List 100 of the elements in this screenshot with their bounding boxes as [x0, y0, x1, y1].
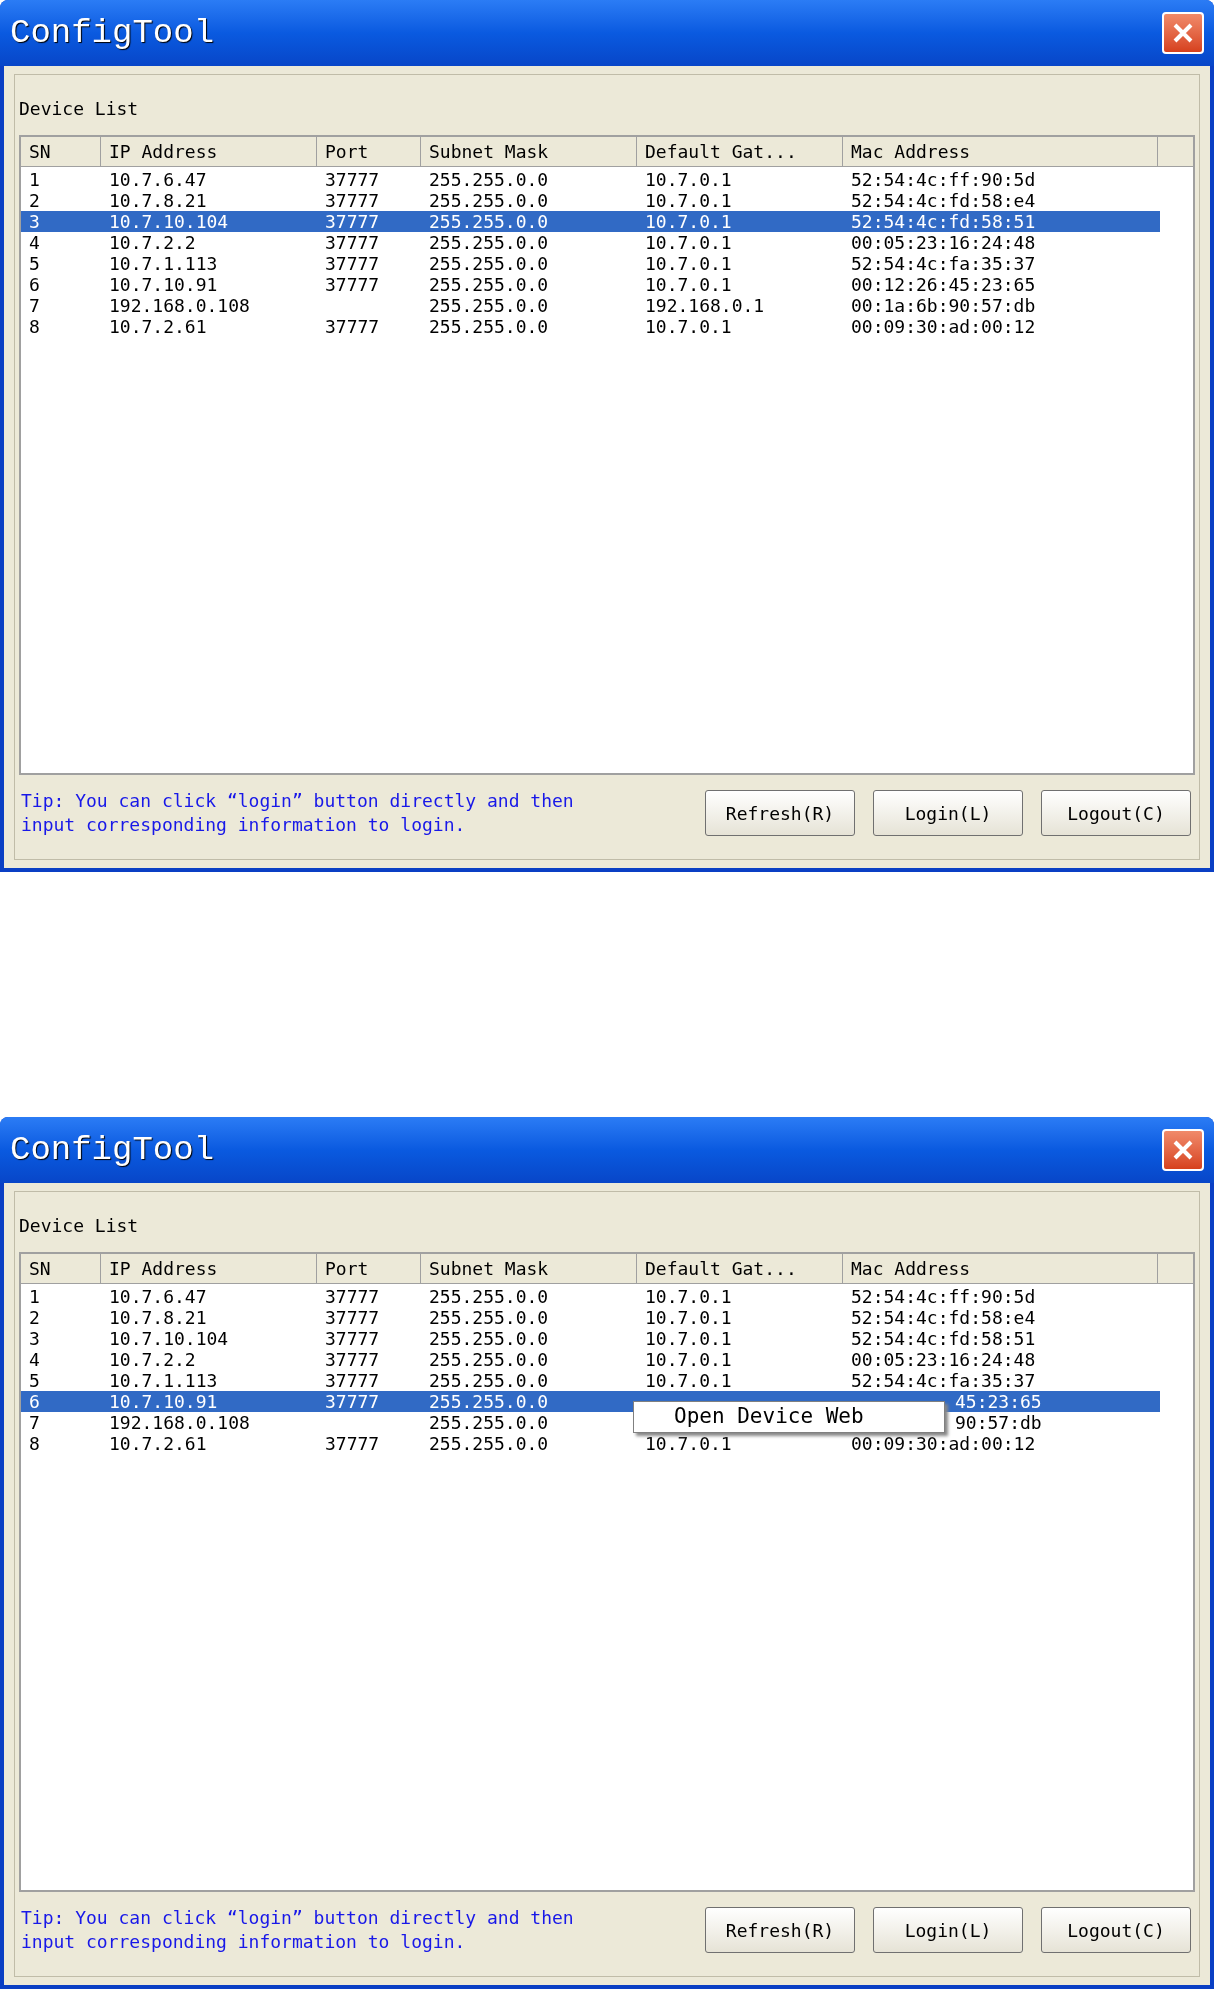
menu-item[interactable]: Open Device Web	[634, 1404, 944, 1430]
table-cell-text: 10.7.0.1	[644, 231, 733, 255]
table-cell-text: 37777	[324, 1369, 381, 1393]
table-cell-text: 255.255.0.0	[428, 294, 550, 318]
table-cell-text: 37777	[324, 168, 381, 192]
table-cell-text: 37777	[324, 189, 381, 213]
action-button[interactable]: Logout(C)	[1041, 790, 1191, 836]
table-cell-text: 255.255.0.0	[428, 315, 550, 339]
table-cell-text: 10.7.0.1	[644, 168, 733, 192]
table-cell-text: 10.7.0.1	[644, 1306, 733, 1330]
table-cell-text: 10.7.2.61	[108, 1432, 208, 1456]
table-cell-text: 52:54:4c:fd:58:51	[850, 1327, 1037, 1351]
table-cell: 90:57:db	[955, 1412, 1042, 1433]
table-cell-text: 192.168.0.108	[108, 1411, 251, 1435]
table-cell-text: 10.7.2.61	[108, 315, 208, 339]
group-label: Device List	[19, 1214, 140, 1238]
column-header[interactable]: Port	[317, 137, 421, 166]
table-cell-text: 1	[28, 168, 41, 192]
column-header[interactable]: Mac Address	[843, 137, 1158, 166]
table-cell-text: 255.255.0.0	[428, 1369, 550, 1393]
table-cell-text: 255.255.0.0	[428, 1411, 550, 1435]
table-cell-text: 255.255.0.0	[428, 252, 550, 276]
table-cell-text: 37777	[324, 231, 381, 255]
window-title: ConfigTool	[10, 1129, 215, 1171]
table-cell-text: 10.7.0.1	[644, 273, 733, 297]
table-cell-text: 37777	[324, 252, 381, 276]
action-button[interactable]: Refresh(R)	[705, 1907, 855, 1953]
table-cell-text: 255.255.0.0	[428, 189, 550, 213]
table-cell-text: 5	[28, 252, 41, 276]
action-button[interactable]: Login(L)	[873, 790, 1023, 836]
table-cell-text: 4	[28, 1348, 41, 1372]
table-cell-text: 52:54:4c:fd:58:e4	[850, 189, 1037, 213]
table-cell-text: 10.7.1.113	[108, 252, 219, 276]
table-cell-text: 10.7.10.104	[108, 210, 230, 234]
column-header[interactable]: IP Address	[101, 1254, 317, 1283]
table-cell-text: 00:05:23:16:24:48	[850, 1348, 1037, 1372]
tip-text: Tip: You can click “login” button directly and then input corresponding information to login.	[20, 789, 575, 837]
table-cell-text: 2	[28, 1306, 41, 1330]
table-cell-text: 3	[28, 1327, 41, 1351]
table-cell-text: 10.7.2.2	[108, 231, 197, 255]
tip-text: Tip: You can click “login” button directly and then input corresponding information to login.	[20, 1906, 575, 1954]
close-icon	[1171, 1138, 1195, 1162]
action-button[interactable]: Login(L)	[873, 1907, 1023, 1953]
close-icon	[1171, 21, 1195, 45]
column-header[interactable]: Subnet Mask	[421, 137, 637, 166]
table-cell-text: 192.168.0.108	[108, 294, 251, 318]
table-cell-text: 10.7.0.1	[644, 1285, 733, 1309]
action-button[interactable]: Refresh(R)	[705, 790, 855, 836]
table-cell-text: 7	[28, 294, 41, 318]
table-cell-text: 52:54:4c:fa:35:37	[850, 252, 1037, 276]
column-header[interactable]: Default Gat...	[637, 1254, 843, 1283]
window-title: ConfigTool	[10, 12, 215, 54]
close-button[interactable]	[1162, 12, 1204, 54]
table-cell-text: 255.255.0.0	[428, 1348, 550, 1372]
table-cell-text: 00:09:30:ad:00:12	[850, 1432, 1037, 1456]
column-header[interactable]: SN	[21, 137, 101, 166]
table-cell-text: 4	[28, 231, 41, 255]
table-cell-text: 8	[28, 315, 41, 339]
column-header[interactable]: Default Gat...	[637, 137, 843, 166]
table-cell-text: 10.7.8.21	[108, 189, 208, 213]
table-cell-text: 00:1a:6b:90:57:db	[850, 294, 1037, 318]
selected-row[interactable]: 3 10.7.10.104 37777 255.255.0.0 10.7.0.1 52:54:4c:fd:58:51	[21, 211, 1160, 232]
table-cell-text: 10.7.0.1	[644, 210, 733, 234]
table-cell-text: 10.7.0.1	[644, 1369, 733, 1393]
column-header[interactable]: IP Address	[101, 137, 317, 166]
table-cell-text: 255.255.0.0	[428, 210, 550, 234]
table-cell-text: 00:05:23:16:24:48	[850, 231, 1037, 255]
table-cell-text: 10.7.10.91	[108, 273, 219, 297]
table-cell-text: 6	[28, 273, 41, 297]
table-cell-text: 255.255.0.0	[428, 231, 550, 255]
table-cell-text: 52:54:4c:fa:35:37	[850, 1369, 1037, 1393]
table-cell-text: 10.7.6.47	[108, 168, 208, 192]
column-header[interactable]: SN	[21, 1254, 101, 1283]
table-cell-text: 00:09:30:ad:00:12	[850, 315, 1037, 339]
column-header[interactable]: Mac Address	[843, 1254, 1158, 1283]
table-cell-text: 52:54:4c:fd:58:e4	[850, 1306, 1037, 1330]
table-cell-text: 10.7.10.91	[108, 1390, 219, 1414]
table-cell-text: 52:54:4c:ff:90:5d	[850, 168, 1037, 192]
close-button[interactable]	[1162, 1129, 1204, 1171]
table-cell-text: 6	[28, 1390, 41, 1414]
table-cell-text: 3	[28, 210, 41, 234]
table-cell-text: 5	[28, 1369, 41, 1393]
table-cell-text: 10.7.0.1	[644, 1327, 733, 1351]
group-label: Device List	[19, 97, 140, 121]
table-cell: 45:23:65	[955, 1391, 1042, 1412]
table-cell-text: 37777	[324, 210, 381, 234]
table-cell-text: 255.255.0.0	[428, 1285, 550, 1309]
table-cell-text: 10.7.0.1	[644, 315, 733, 339]
table-cell-text: 255.255.0.0	[428, 1306, 550, 1330]
table-cell-text: 37777	[324, 1285, 381, 1309]
table-cell-text: 52:54:4c:fd:58:51	[850, 210, 1037, 234]
table-cell-text: 10.7.0.1	[644, 189, 733, 213]
table-cell-text: 7	[28, 1411, 41, 1435]
table-cell-text: 10.7.10.104	[108, 1327, 230, 1351]
column-header[interactable]: Port	[317, 1254, 421, 1283]
table-cell-text: 52:54:4c:ff:90:5d	[850, 1285, 1037, 1309]
column-header[interactable]: Subnet Mask	[421, 1254, 637, 1283]
table-cell-text: 10.7.6.47	[108, 1285, 208, 1309]
table-cell-text: 37777	[324, 1390, 381, 1414]
action-button[interactable]: Logout(C)	[1041, 1907, 1191, 1953]
